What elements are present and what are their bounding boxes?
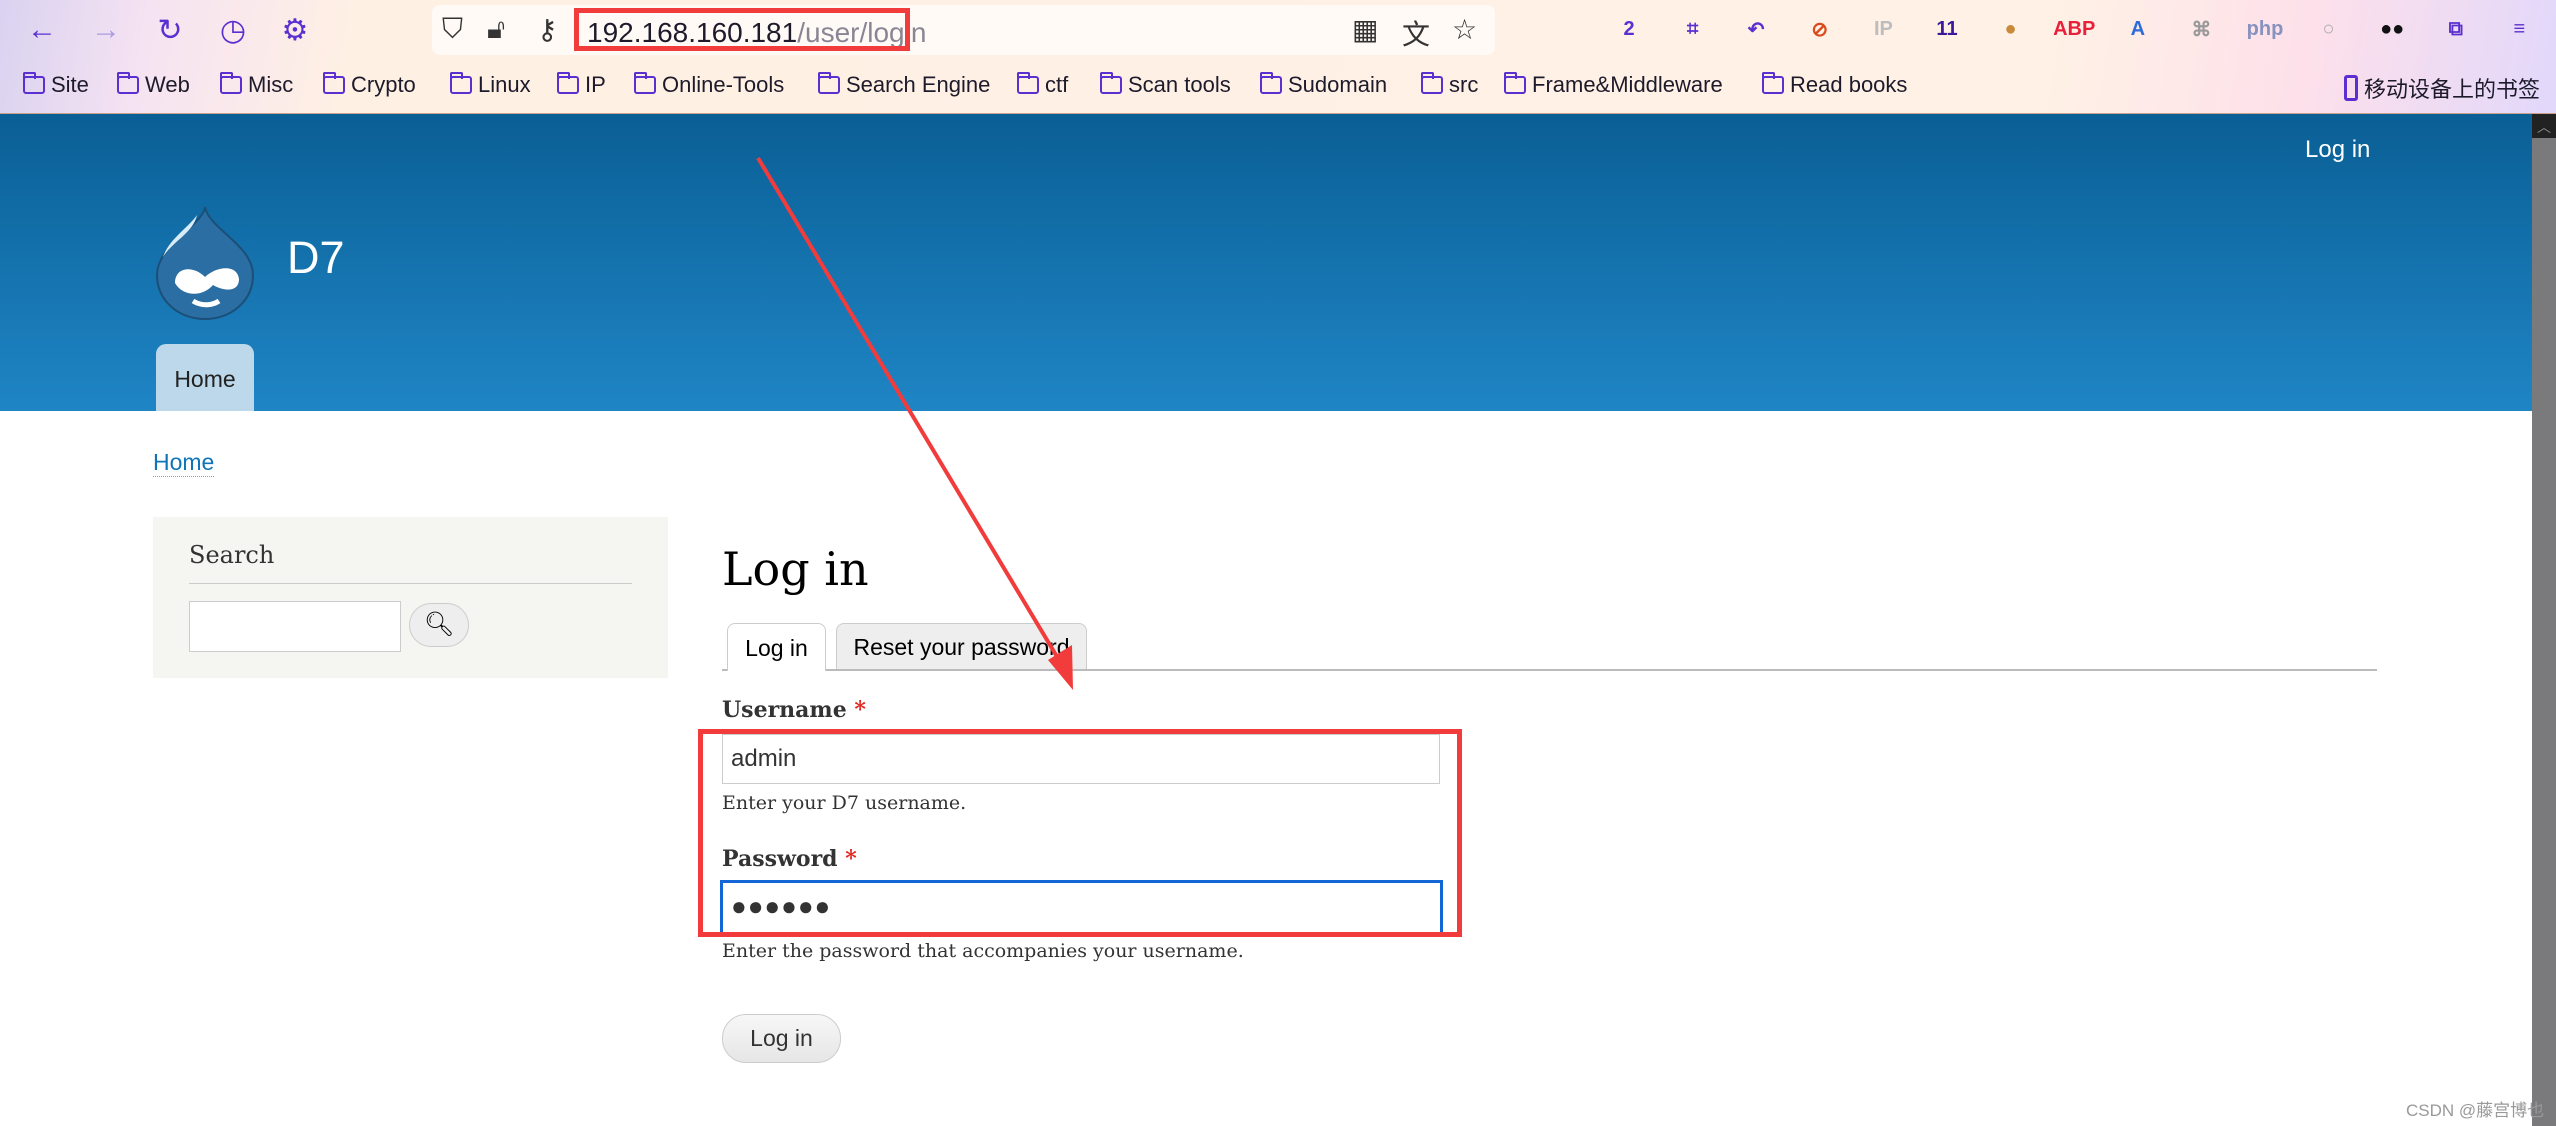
annotation-arrow	[756, 156, 1073, 690]
watermark: CSDN @藤宫博也	[2406, 1101, 2545, 1120]
